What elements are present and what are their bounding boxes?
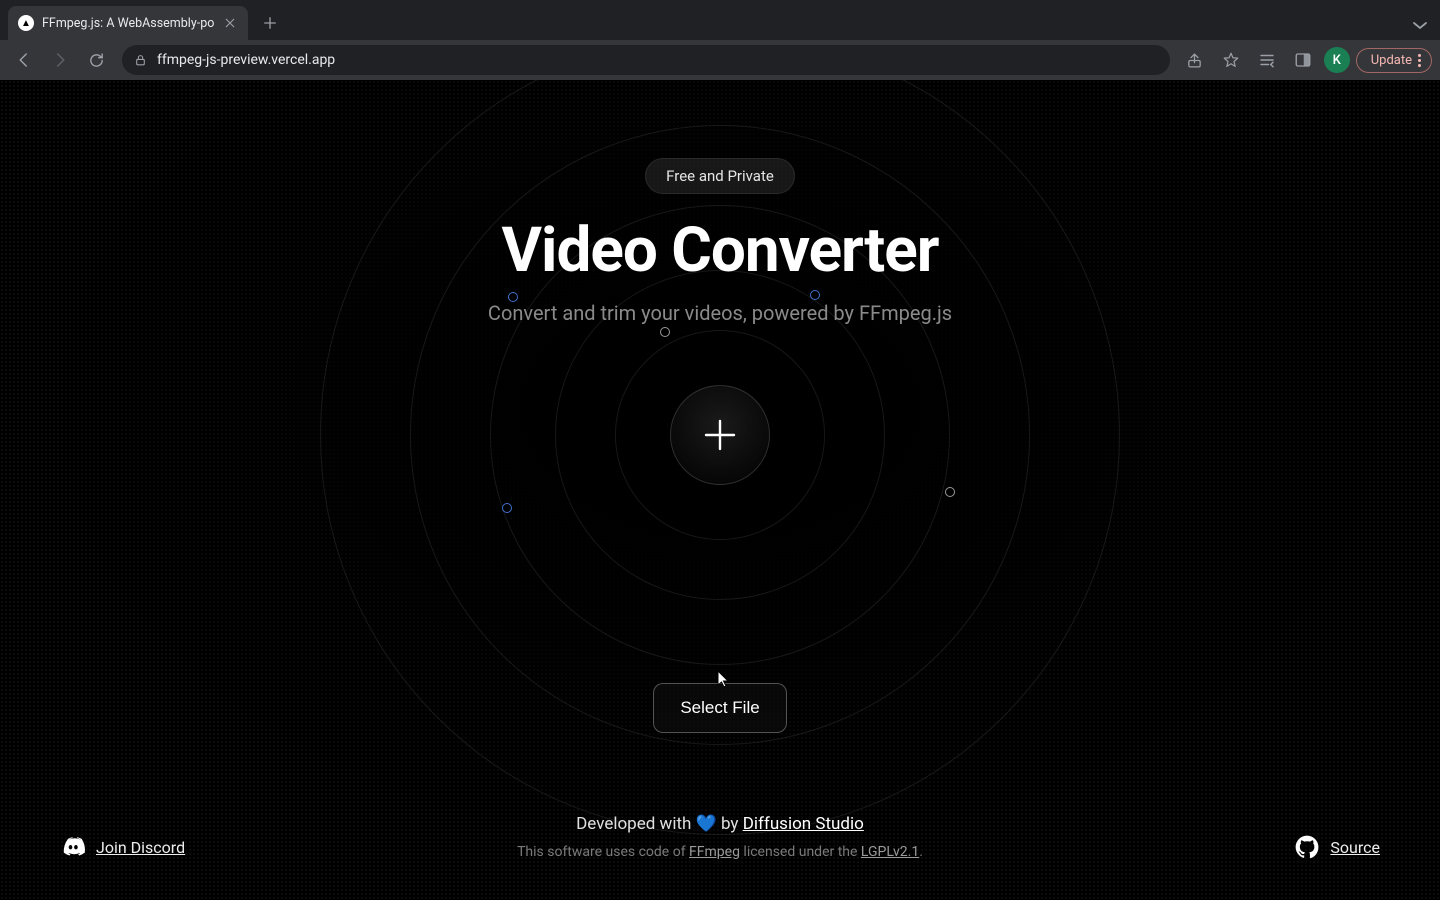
browser-chrome: ▲ FFmpeg.js: A WebAssembly-po ffmpeg-js-… (0, 0, 1440, 80)
url-text: ffmpeg-js-preview.vercel.app (157, 52, 335, 68)
forward-button[interactable] (44, 44, 76, 76)
avatar-initial: K (1333, 53, 1341, 68)
footer-credits: Developed with 💙 by Diffusion Studio (0, 814, 1440, 834)
browser-toolbar: ffmpeg-js-preview.vercel.app K Update (0, 40, 1440, 80)
reload-button[interactable] (80, 44, 112, 76)
reading-list-icon[interactable] (1252, 45, 1282, 75)
update-label: Update (1371, 53, 1412, 68)
text: Developed with (576, 814, 695, 834)
footer-license: This software uses code of FFmpeg licens… (0, 844, 1440, 860)
discord-link[interactable]: Join Discord (60, 834, 185, 860)
browser-tab[interactable]: ▲ FFmpeg.js: A WebAssembly-po (8, 6, 248, 40)
side-panel-icon[interactable] (1288, 45, 1318, 75)
lock-icon (134, 54, 147, 67)
text: by (717, 814, 743, 834)
profile-avatar[interactable]: K (1324, 47, 1350, 73)
footer: Developed with 💙 by Diffusion Studio Thi… (0, 814, 1440, 860)
orbit-satellite (508, 292, 518, 302)
discord-icon (60, 834, 86, 860)
orbit-graphic (460, 335, 980, 635)
bookmark-star-icon[interactable] (1216, 45, 1246, 75)
text: . (919, 844, 923, 860)
add-file-drop-zone[interactable] (670, 385, 770, 485)
url-bar[interactable]: ffmpeg-js-preview.vercel.app (122, 45, 1170, 75)
tab-title: FFmpeg.js: A WebAssembly-po (42, 16, 214, 31)
license-link[interactable]: LGPLv2.1 (861, 844, 919, 860)
discord-label: Join Discord (96, 838, 185, 857)
hero-section: Free and Private Video Converter Convert… (0, 80, 1440, 733)
github-icon (1294, 834, 1320, 860)
orbit-satellite (810, 290, 820, 300)
text: This software uses code of (517, 844, 689, 860)
heart-icon: 💙 (696, 814, 717, 834)
orbit-satellite (945, 487, 955, 497)
page-content: Free and Private Video Converter Convert… (0, 80, 1440, 900)
tab-close-icon[interactable] (222, 15, 238, 31)
text: licensed under the (740, 844, 861, 860)
tabs-dropdown-icon[interactable] (1412, 15, 1428, 34)
plus-icon (700, 415, 740, 455)
orbit-satellite (660, 327, 670, 337)
tab-strip: ▲ FFmpeg.js: A WebAssembly-po (0, 0, 1440, 40)
kebab-menu-icon (1418, 54, 1421, 67)
share-icon[interactable] (1180, 45, 1210, 75)
source-label: Source (1330, 838, 1380, 857)
update-button[interactable]: Update (1356, 48, 1432, 73)
source-link[interactable]: Source (1294, 834, 1380, 860)
diffusion-studio-link[interactable]: Diffusion Studio (743, 814, 864, 834)
back-button[interactable] (8, 44, 40, 76)
toolbar-right: K Update (1180, 45, 1432, 75)
tab-favicon: ▲ (18, 15, 34, 31)
ffmpeg-link[interactable]: FFmpeg (689, 844, 740, 860)
new-tab-button[interactable] (256, 9, 284, 37)
orbit-satellite (502, 503, 512, 513)
